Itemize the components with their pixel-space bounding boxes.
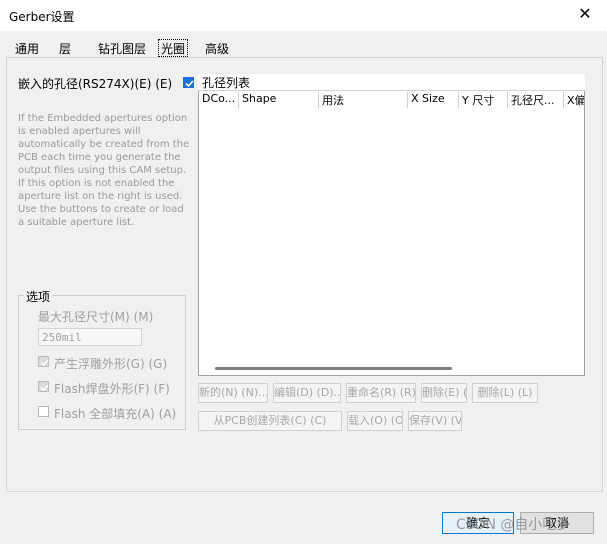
rename-aperture-button[interactable]: 重命名(R) (R)... (346, 383, 416, 403)
checkmark-icon (40, 384, 49, 392)
load-list-button[interactable]: 载入(O) (O) (347, 411, 403, 431)
column-x-offset[interactable]: X偏 (564, 92, 584, 108)
aperture-list[interactable] (198, 74, 585, 376)
create-list-from-pcb-button[interactable]: 从PCB创建列表(C) (C) (198, 411, 342, 431)
flash-pad-shapes-checkbox[interactable] (38, 381, 49, 392)
tab-advanced[interactable]: 高级 (203, 40, 231, 56)
column-dcode[interactable]: DCo... (199, 92, 239, 108)
column-x-size[interactable]: X Size (408, 92, 459, 108)
column-y-size[interactable]: Y 尺寸 (459, 92, 508, 108)
column-shape[interactable]: Shape (239, 92, 319, 108)
checkmark-icon (40, 359, 49, 367)
flash-all-fills-checkbox[interactable] (38, 406, 49, 417)
tab-layers[interactable]: 层 (57, 40, 73, 56)
horizontal-scrollbar[interactable] (215, 367, 452, 370)
column-usage[interactable]: 用法 (319, 92, 408, 108)
relief-shapes-label: 产生浮雕外形(G) (G) (54, 357, 168, 371)
embedded-apertures-label: 嵌入的孔径(RS274X)(E) (E) (18, 77, 173, 91)
tab-drill-layers[interactable]: 钻孔图层 (96, 40, 148, 56)
flash-pad-shapes-label: Flash焊盘外形(F) (F) (54, 382, 170, 396)
embedded-apertures-checkbox[interactable] (183, 77, 194, 88)
checkmark-icon (185, 80, 194, 88)
save-list-button[interactable]: 保存(V) (V)... (408, 411, 462, 431)
max-aperture-size-input[interactable]: 250mil (38, 328, 142, 346)
window-title: Gerber设置 (9, 10, 75, 24)
column-hole-size[interactable]: 孔径尺... (508, 92, 564, 108)
options-group-title: 选项 (24, 288, 53, 305)
new-aperture-button[interactable]: 新的(N) (N)... (198, 383, 268, 403)
edit-aperture-button[interactable]: 编辑(D) (D)... (273, 383, 341, 403)
watermark: CSDN @自小吃多 (456, 517, 571, 533)
flash-all-fills-label: Flash 全部填充(A) (A) (54, 407, 177, 421)
max-aperture-size-label: 最大孔径尺寸(M) (M) (38, 310, 154, 324)
title-bar (0, 0, 607, 31)
tab-general[interactable]: 通用 (13, 40, 41, 56)
tab-apertures[interactable]: 光圈 (158, 39, 189, 57)
help-text: If the Embedded apertures option is enab… (18, 113, 190, 228)
remove-aperture-button[interactable]: 删除(L) (L) (472, 383, 538, 403)
close-icon[interactable]: ✕ (575, 5, 595, 23)
aperture-list-title: 孔径列表 (198, 74, 585, 91)
delete-aperture-button[interactable]: 删除(E) (E) (421, 383, 467, 403)
relief-shapes-checkbox[interactable] (38, 356, 49, 367)
